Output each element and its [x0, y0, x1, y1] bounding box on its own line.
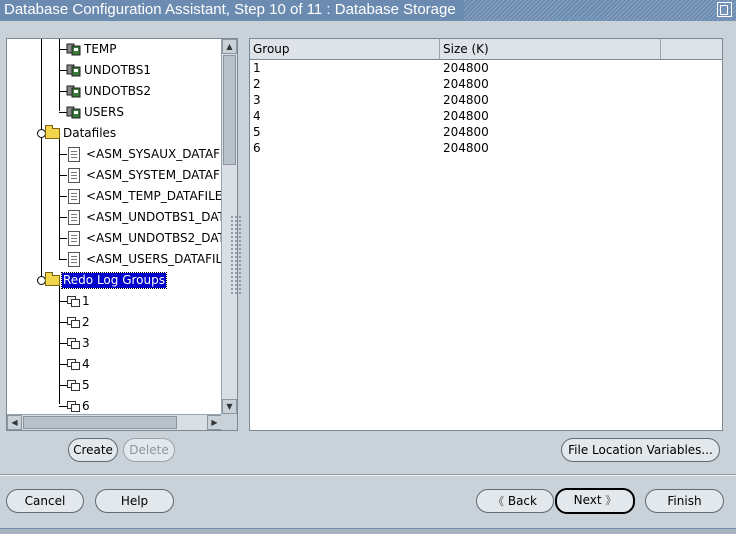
help-button[interactable]: Help [95, 489, 174, 513]
finish-button[interactable]: Finish [645, 489, 724, 513]
cancel-button[interactable]: Cancel [6, 489, 84, 513]
create-button[interactable]: Create [68, 438, 118, 462]
tree-line [41, 171, 42, 281]
redo-group-icon [67, 401, 80, 412]
column-header-group[interactable]: Group [250, 39, 440, 59]
tree-item-label: TEMP [84, 42, 117, 56]
scroll-up-icon[interactable]: ▲ [222, 39, 237, 54]
tree-content: TEMP UNDOTBS1 UNDOTBS2 USERS Datafiles <… [7, 39, 222, 414]
tree-item-label: <ASM_TEMP_DATAFILE_C [86, 189, 222, 203]
window-bottom-edge [0, 528, 736, 534]
tree-item-label: 4 [82, 357, 90, 371]
scroll-thumb[interactable] [223, 55, 236, 165]
cell-size: 204800 [443, 93, 489, 107]
tree-item-label: 2 [82, 315, 90, 329]
splitter-handle[interactable] [230, 215, 242, 295]
cell-group: 1 [253, 61, 261, 75]
tablespace-icon [66, 105, 82, 119]
tree-item-label: <ASM_SYSTEM_DATAFILE [86, 168, 222, 182]
tablespace-icon [66, 63, 82, 77]
table-header: Group Size (K) [250, 39, 722, 60]
datafile-icon [68, 252, 80, 267]
tablespace-icon [66, 84, 82, 98]
tree-line [41, 39, 42, 171]
datafile-icon [68, 210, 80, 225]
tree-item-label: Datafiles [63, 126, 117, 140]
table-row[interactable]: 2 204800 [250, 76, 722, 92]
tree-item-label: 3 [82, 336, 90, 350]
scroll-left-icon[interactable]: ◀ [7, 415, 22, 430]
cell-size: 204800 [443, 125, 489, 139]
cell-size: 204800 [443, 141, 489, 155]
next-button[interactable]: Next 》 [555, 488, 635, 514]
datafile-icon [68, 168, 80, 183]
cell-group: 3 [253, 93, 261, 107]
tree-item-label: USERS [84, 105, 124, 119]
table-row[interactable]: 6 204800 [250, 140, 722, 156]
tree-item-label: 1 [82, 294, 90, 308]
cell-size: 204800 [443, 109, 489, 123]
cell-group: 6 [253, 141, 261, 155]
table-row[interactable]: 5 204800 [250, 124, 722, 140]
window-title: Database Configuration Assistant, Step 1… [0, 0, 464, 21]
folder-icon [45, 125, 60, 139]
column-header-size[interactable]: Size (K) [440, 39, 661, 59]
next-label: Next [573, 493, 602, 507]
redo-groups-table[interactable]: Group Size (K) 1 204800 2 204800 3 20480… [249, 38, 723, 431]
redo-group-icon [67, 359, 80, 370]
chevron-right-icon: 》 [605, 494, 617, 507]
table-row[interactable]: 4 204800 [250, 108, 722, 124]
datafile-icon [68, 147, 80, 162]
table-row[interactable]: 1 204800 [250, 60, 722, 76]
cell-size: 204800 [443, 61, 489, 75]
cell-group: 5 [253, 125, 261, 139]
title-bar[interactable]: Database Configuration Assistant, Step 1… [0, 0, 736, 21]
file-location-variables-button[interactable]: File Location Variables... [561, 438, 720, 462]
tree-item-label: Redo Log Groups [61, 272, 167, 289]
tree-item-label: <ASM_USERS_DATAFILE_ [86, 252, 222, 266]
tree-line [59, 284, 60, 404]
scroll-thumb[interactable] [23, 416, 177, 429]
separator [0, 474, 736, 476]
tablespace-icon [66, 42, 82, 56]
redo-group-icon [67, 338, 80, 349]
maximize-icon[interactable] [717, 2, 732, 17]
redo-group-icon [67, 296, 80, 307]
redo-group-icon [67, 317, 80, 328]
tree-item-label: <ASM_UNDOTBS2_DATA [86, 231, 222, 245]
cell-size: 204800 [443, 77, 489, 91]
tree-item-label: 5 [82, 378, 90, 392]
tree-horizontal-scrollbar[interactable]: ◀ ▶ [7, 414, 222, 430]
cell-group: 2 [253, 77, 261, 91]
chevron-left-icon: 《 [493, 495, 505, 508]
back-button[interactable]: 《 Back [476, 489, 554, 513]
folder-icon [45, 272, 60, 286]
tree-item-label: <ASM_SYSAUX_DATAFILE [86, 147, 222, 161]
scroll-corner [221, 414, 237, 430]
back-label: Back [507, 494, 537, 508]
tree-line [59, 139, 60, 259]
datafile-icon [68, 231, 80, 246]
cell-group: 4 [253, 109, 261, 123]
tree-item-label: UNDOTBS2 [84, 84, 152, 98]
table-row[interactable]: 3 204800 [250, 92, 722, 108]
tree-item-label: <ASM_UNDOTBS1_DATA [86, 210, 222, 224]
datafile-icon [68, 189, 80, 204]
scroll-right-icon[interactable]: ▶ [207, 415, 222, 430]
storage-tree[interactable]: TEMP UNDOTBS1 UNDOTBS2 USERS Datafiles <… [6, 38, 238, 431]
delete-button[interactable]: Delete [123, 438, 175, 462]
tree-item-label: 6 [82, 399, 90, 413]
tree-item-label: UNDOTBS1 [84, 63, 152, 77]
redo-group-icon [67, 380, 80, 391]
scroll-down-icon[interactable]: ▼ [222, 399, 237, 414]
